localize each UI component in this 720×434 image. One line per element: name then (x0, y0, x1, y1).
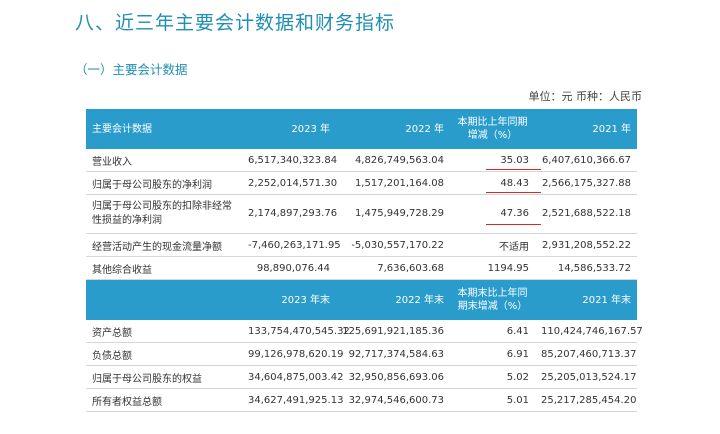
row-label: 经营活动产生的现金流量净额 (86, 233, 242, 257)
change-cell: 35.03 (450, 149, 541, 172)
value-cell: 110,424,746,167.57 (535, 320, 643, 343)
change-cell: 5.02 (450, 365, 535, 389)
value-cell: 133,754,470,545.32 (242, 320, 350, 343)
value-cell: 2,566,175,327.88 (535, 171, 637, 195)
change-cell: 47.36 (450, 194, 541, 234)
value-cell: 32,974,546,600.73 (336, 388, 450, 412)
table-row: 营业收入 6,517,340,323.84 4,826,749,563.04 3… (86, 149, 637, 172)
header-cell: 本期末比上年同期末增减（%） (450, 279, 535, 320)
underlined-change: 35.03 (486, 154, 541, 170)
value-cell: 2,174,897,293.76 (242, 194, 337, 234)
unit-currency-note: 单位：元 币种：人民币 (528, 90, 643, 103)
change-cell: 6.41 (450, 320, 535, 343)
row-label: 其他综合收益 (86, 256, 242, 280)
table-row: 经营活动产生的现金流量净额 -7,460,263,171.95 -5,030,5… (86, 233, 637, 257)
underlined-change: 47.36 (486, 208, 541, 225)
header-cell: 2023 年末 (242, 279, 336, 320)
value-cell: 92,717,374,584.63 (336, 342, 450, 366)
row-label: 归属于母公司股东的权益 (86, 365, 242, 389)
value-cell: 25,205,013,524.17 (535, 365, 637, 389)
table-row: 归属于母公司股东的扣除非经常性损益的净利润 2,174,897,293.76 1… (86, 194, 637, 234)
value-cell: 99,126,978,620.19 (242, 342, 343, 366)
row-label: 归属于母公司股东的净利润 (86, 171, 242, 195)
value-cell: 25,217,285,454.20 (535, 388, 637, 412)
value-cell: 6,517,340,323.84 (242, 149, 337, 172)
change-cell: 1194.95 (450, 256, 535, 280)
value-cell: 2,521,688,522.18 (535, 194, 637, 234)
header-cell: 2021 年 (535, 109, 637, 149)
value-cell: 34,604,875,003.42 (242, 365, 343, 389)
value-cell: 125,691,921,185.36 (336, 320, 450, 343)
header-cell (86, 279, 242, 320)
header-cell: 2022 年末 (336, 279, 450, 320)
subsection-heading: （一）主要会计数据 (75, 62, 188, 77)
table-row: 其他综合收益 98,890,076.44 7,636,603.68 1194.9… (86, 256, 637, 280)
row-label: 资产总额 (86, 320, 242, 343)
value-cell: 32,950,856,693.06 (336, 365, 450, 389)
section-heading: 八、近三年主要会计数据和财务指标 (75, 12, 396, 34)
value-cell: 98,890,076.44 (242, 256, 336, 280)
row-label: 归属于母公司股东的扣除非经常性损益的净利润 (86, 194, 242, 234)
table-row: 资产总额 133,754,470,545.32 125,691,921,185.… (86, 320, 643, 343)
table-header-row: 主要会计数据 2023 年 2022 年 本期比上年同期增减（%） 2021 年 (86, 109, 637, 149)
change-cell: 6.91 (450, 342, 535, 366)
table-row: 负债总额 99,126,978,620.19 92,717,374,584.63… (86, 342, 637, 366)
value-cell: 85,207,460,713.37 (535, 342, 637, 366)
header-cell: 2023 年 (242, 109, 336, 149)
table-row: 归属于母公司股东的净利润 2,252,014,571.30 1,517,201,… (86, 171, 637, 195)
value-cell: -7,460,263,171.95 (242, 233, 341, 257)
value-cell: 2,931,208,552.22 (535, 233, 637, 257)
financial-data-table: 主要会计数据 2023 年 2022 年 本期比上年同期增减（%） 2021 年… (86, 109, 643, 412)
table-row: 所有者权益总额 34,627,491,925.13 32,974,546,600… (86, 388, 637, 412)
header-cell: 2022 年 (336, 109, 450, 149)
value-cell: 1,475,949,728.29 (336, 194, 450, 234)
table-header-row: 2023 年末 2022 年末 本期末比上年同期末增减（%） 2021 年末 (86, 279, 637, 320)
value-cell: 2,252,014,571.30 (242, 171, 337, 195)
header-cell: 本期比上年同期增减（%） (450, 109, 535, 149)
header-cell: 2021 年末 (535, 279, 637, 320)
header-cell: 主要会计数据 (86, 109, 242, 149)
change-cell: 5.01 (450, 388, 535, 412)
value-cell: -5,030,557,170.22 (336, 233, 450, 257)
change-cell: 不适用 (450, 233, 535, 257)
value-cell: 1,517,201,164.08 (336, 171, 450, 195)
value-cell: 14,586,533.72 (535, 256, 637, 280)
value-cell: 6,407,610,366.67 (535, 149, 637, 172)
value-cell: 7,636,603.68 (336, 256, 450, 280)
row-label: 负债总额 (86, 342, 242, 366)
row-label: 营业收入 (86, 149, 242, 172)
row-label: 所有者权益总额 (86, 388, 242, 412)
underlined-change: 48.43 (486, 177, 541, 193)
value-cell: 4,826,749,563.04 (336, 149, 450, 172)
value-cell: 34,627,491,925.13 (242, 388, 343, 412)
change-cell: 48.43 (450, 171, 541, 195)
table-row: 归属于母公司股东的权益 34,604,875,003.42 32,950,856… (86, 365, 637, 389)
